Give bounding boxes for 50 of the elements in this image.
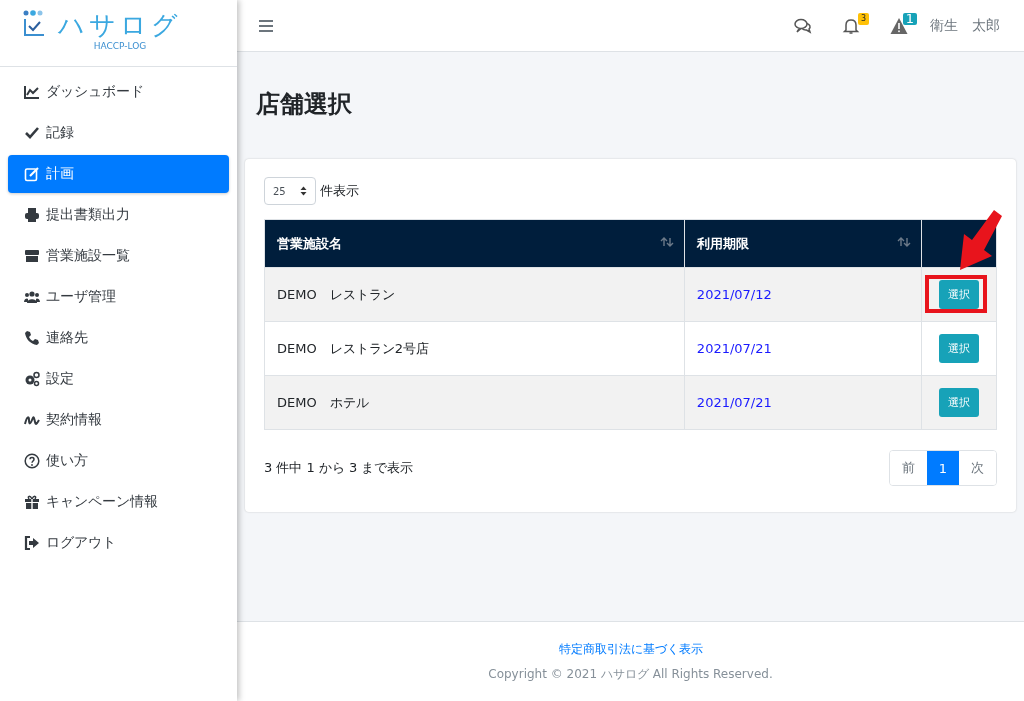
notification-badge: 3 — [857, 12, 869, 25]
menu-icon[interactable] — [259, 18, 273, 33]
table-cell: 2021/07/21 — [684, 321, 922, 376]
user-name[interactable]: 衛生 太郎 — [930, 16, 1000, 35]
page-title: 店舗選択 — [256, 89, 353, 120]
sidebar-item[interactable]: キャンペーン情報 — [8, 483, 229, 521]
sidebar-item[interactable]: 契約情報 — [8, 401, 229, 439]
sort-icon — [897, 237, 911, 247]
copyright-text: Copyright © 2021 ハサログ All Rights Reserved. — [488, 665, 773, 683]
legal-notice-link[interactable]: 特定商取引法に基づく表示 — [558, 640, 703, 658]
table-info: 3 件中 1 から 3 まで表示 — [264, 459, 414, 477]
users-icon — [24, 289, 40, 305]
column-header[interactable]: 利用期限 — [684, 219, 922, 268]
chart-icon — [24, 84, 40, 100]
sidebar-item[interactable]: ログアウト — [8, 524, 229, 562]
edit-icon — [24, 166, 40, 182]
printer-icon — [24, 207, 40, 223]
gift-icon — [24, 494, 40, 510]
column-header[interactable]: 営業施設名 — [264, 219, 685, 268]
sidebar-item[interactable]: 連絡先 — [8, 319, 229, 357]
table-cell: DEMO ホテル — [264, 375, 685, 430]
store-icon — [24, 248, 40, 264]
question-circle-icon — [24, 453, 40, 469]
table-cell: 2021/07/21 — [684, 375, 922, 430]
table-cell: 2021/07/12 — [684, 267, 922, 322]
table-cell: DEMO レストラン2号店 — [264, 321, 685, 376]
warning-icon[interactable] — [890, 16, 908, 35]
phone-icon — [24, 330, 40, 346]
sidebar-item[interactable]: 営業施設一覧 — [8, 237, 229, 275]
alert-badge: 1 — [902, 12, 917, 25]
sidebar-item[interactable]: ユーザ管理 — [8, 278, 229, 316]
logo-title: ハサログ — [58, 10, 182, 40]
sidebar-item[interactable]: 記録 — [8, 114, 229, 152]
sort-icon — [659, 237, 674, 247]
page-length-select[interactable]: 25 — [264, 177, 316, 205]
sidebar-item[interactable]: 使い方 — [8, 442, 229, 480]
sidebar-item[interactable]: ダッシュボード — [8, 73, 229, 111]
sidebar-item[interactable]: 計画 — [8, 155, 229, 193]
sign-out-icon — [24, 535, 40, 551]
bell-icon[interactable] — [842, 16, 860, 35]
sidebar-item[interactable]: 提出書類出力 — [8, 196, 229, 234]
gears-icon — [24, 371, 40, 387]
sidebar-item[interactable]: 設定 — [8, 360, 229, 398]
logo-subtitle: HACCP-LOG — [93, 41, 147, 51]
caret-icon — [300, 186, 307, 196]
page-button[interactable]: 1 — [927, 451, 959, 485]
page-length-label: 件表示 — [320, 182, 359, 200]
check-icon — [24, 125, 40, 141]
table-cell: DEMO レストラン — [264, 267, 685, 322]
chat-bubbles-icon[interactable] — [794, 16, 812, 35]
